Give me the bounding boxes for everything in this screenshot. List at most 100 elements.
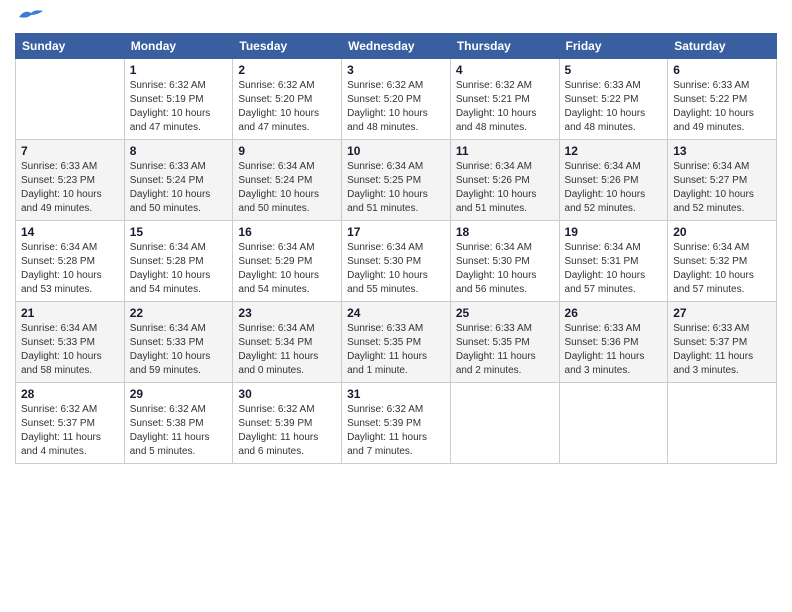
day-number: 23	[238, 306, 336, 320]
day-info: Sunrise: 6:33 AM Sunset: 5:35 PM Dayligh…	[347, 322, 445, 378]
header-saturday: Saturday	[668, 34, 777, 59]
day-number: 14	[21, 225, 119, 239]
daylight-text: Daylight: 10 hours and 51 minutes.	[456, 189, 537, 214]
day-number: 6	[673, 63, 771, 77]
day-info: Sunrise: 6:34 AM Sunset: 5:28 PM Dayligh…	[21, 241, 119, 297]
sunset-text: Sunset: 5:38 PM	[130, 418, 204, 429]
calendar-cell: 25 Sunrise: 6:33 AM Sunset: 5:35 PM Dayl…	[450, 302, 559, 383]
day-number: 26	[565, 306, 663, 320]
daylight-text: Daylight: 11 hours and 5 minutes.	[130, 432, 210, 457]
sunset-text: Sunset: 5:31 PM	[565, 256, 639, 267]
daylight-text: Daylight: 11 hours and 0 minutes.	[238, 351, 318, 376]
calendar-cell: 9 Sunrise: 6:34 AM Sunset: 5:24 PM Dayli…	[233, 140, 342, 221]
sunrise-text: Sunrise: 6:32 AM	[130, 404, 206, 415]
sunrise-text: Sunrise: 6:34 AM	[347, 161, 423, 172]
sunrise-text: Sunrise: 6:32 AM	[130, 80, 206, 91]
calendar-cell: 29 Sunrise: 6:32 AM Sunset: 5:38 PM Dayl…	[124, 383, 233, 464]
daylight-text: Daylight: 10 hours and 52 minutes.	[673, 189, 754, 214]
calendar-cell	[559, 383, 668, 464]
calendar-cell: 28 Sunrise: 6:32 AM Sunset: 5:37 PM Dayl…	[16, 383, 125, 464]
calendar-cell: 15 Sunrise: 6:34 AM Sunset: 5:28 PM Dayl…	[124, 221, 233, 302]
sunrise-text: Sunrise: 6:33 AM	[347, 323, 423, 334]
calendar-cell: 7 Sunrise: 6:33 AM Sunset: 5:23 PM Dayli…	[16, 140, 125, 221]
calendar-cell: 2 Sunrise: 6:32 AM Sunset: 5:20 PM Dayli…	[233, 59, 342, 140]
sunset-text: Sunset: 5:34 PM	[238, 337, 312, 348]
sunrise-text: Sunrise: 6:34 AM	[673, 242, 749, 253]
calendar-cell: 13 Sunrise: 6:34 AM Sunset: 5:27 PM Dayl…	[668, 140, 777, 221]
logo	[15, 15, 45, 25]
calendar-cell: 6 Sunrise: 6:33 AM Sunset: 5:22 PM Dayli…	[668, 59, 777, 140]
calendar-cell	[450, 383, 559, 464]
calendar-cell: 21 Sunrise: 6:34 AM Sunset: 5:33 PM Dayl…	[16, 302, 125, 383]
sunrise-text: Sunrise: 6:34 AM	[456, 242, 532, 253]
daylight-text: Daylight: 10 hours and 48 minutes.	[565, 108, 646, 133]
calendar-week-row: 7 Sunrise: 6:33 AM Sunset: 5:23 PM Dayli…	[16, 140, 777, 221]
day-number: 4	[456, 63, 554, 77]
sunrise-text: Sunrise: 6:34 AM	[238, 242, 314, 253]
day-number: 12	[565, 144, 663, 158]
daylight-text: Daylight: 10 hours and 54 minutes.	[130, 270, 211, 295]
day-number: 13	[673, 144, 771, 158]
sunrise-text: Sunrise: 6:34 AM	[130, 242, 206, 253]
day-info: Sunrise: 6:34 AM Sunset: 5:33 PM Dayligh…	[130, 322, 228, 378]
sunset-text: Sunset: 5:33 PM	[21, 337, 95, 348]
sunrise-text: Sunrise: 6:34 AM	[673, 161, 749, 172]
day-info: Sunrise: 6:34 AM Sunset: 5:26 PM Dayligh…	[456, 160, 554, 216]
day-number: 16	[238, 225, 336, 239]
day-number: 22	[130, 306, 228, 320]
sunrise-text: Sunrise: 6:34 AM	[21, 242, 97, 253]
sunset-text: Sunset: 5:36 PM	[565, 337, 639, 348]
calendar-cell: 31 Sunrise: 6:32 AM Sunset: 5:39 PM Dayl…	[342, 383, 451, 464]
day-info: Sunrise: 6:32 AM Sunset: 5:39 PM Dayligh…	[347, 403, 445, 459]
sunrise-text: Sunrise: 6:33 AM	[456, 323, 532, 334]
sunset-text: Sunset: 5:26 PM	[565, 175, 639, 186]
calendar-cell: 5 Sunrise: 6:33 AM Sunset: 5:22 PM Dayli…	[559, 59, 668, 140]
sunset-text: Sunset: 5:23 PM	[21, 175, 95, 186]
day-info: Sunrise: 6:34 AM Sunset: 5:27 PM Dayligh…	[673, 160, 771, 216]
sunset-text: Sunset: 5:26 PM	[456, 175, 530, 186]
day-info: Sunrise: 6:34 AM Sunset: 5:30 PM Dayligh…	[456, 241, 554, 297]
daylight-text: Daylight: 10 hours and 57 minutes.	[565, 270, 646, 295]
daylight-text: Daylight: 10 hours and 50 minutes.	[238, 189, 319, 214]
day-info: Sunrise: 6:34 AM Sunset: 5:24 PM Dayligh…	[238, 160, 336, 216]
day-info: Sunrise: 6:34 AM Sunset: 5:26 PM Dayligh…	[565, 160, 663, 216]
calendar-cell: 3 Sunrise: 6:32 AM Sunset: 5:20 PM Dayli…	[342, 59, 451, 140]
calendar-cell: 30 Sunrise: 6:32 AM Sunset: 5:39 PM Dayl…	[233, 383, 342, 464]
day-number: 25	[456, 306, 554, 320]
sunrise-text: Sunrise: 6:34 AM	[130, 323, 206, 334]
day-number: 20	[673, 225, 771, 239]
sunrise-text: Sunrise: 6:34 AM	[238, 161, 314, 172]
sunrise-text: Sunrise: 6:34 AM	[456, 161, 532, 172]
daylight-text: Daylight: 11 hours and 3 minutes.	[673, 351, 753, 376]
calendar-cell: 4 Sunrise: 6:32 AM Sunset: 5:21 PM Dayli…	[450, 59, 559, 140]
daylight-text: Daylight: 11 hours and 3 minutes.	[565, 351, 645, 376]
sunrise-text: Sunrise: 6:32 AM	[238, 80, 314, 91]
sunset-text: Sunset: 5:39 PM	[347, 418, 421, 429]
sunset-text: Sunset: 5:39 PM	[238, 418, 312, 429]
day-info: Sunrise: 6:34 AM Sunset: 5:33 PM Dayligh…	[21, 322, 119, 378]
day-number: 10	[347, 144, 445, 158]
sunrise-text: Sunrise: 6:33 AM	[565, 80, 641, 91]
day-number: 1	[130, 63, 228, 77]
day-info: Sunrise: 6:32 AM Sunset: 5:19 PM Dayligh…	[130, 79, 228, 135]
header-monday: Monday	[124, 34, 233, 59]
sunset-text: Sunset: 5:30 PM	[347, 256, 421, 267]
sunrise-text: Sunrise: 6:34 AM	[565, 161, 641, 172]
sunset-text: Sunset: 5:20 PM	[238, 94, 312, 105]
daylight-text: Daylight: 10 hours and 49 minutes.	[21, 189, 102, 214]
day-number: 17	[347, 225, 445, 239]
sunrise-text: Sunrise: 6:33 AM	[565, 323, 641, 334]
day-info: Sunrise: 6:32 AM Sunset: 5:38 PM Dayligh…	[130, 403, 228, 459]
sunset-text: Sunset: 5:22 PM	[565, 94, 639, 105]
sunrise-text: Sunrise: 6:33 AM	[673, 80, 749, 91]
day-number: 21	[21, 306, 119, 320]
calendar-table: SundayMondayTuesdayWednesdayThursdayFrid…	[15, 33, 777, 464]
calendar-cell: 14 Sunrise: 6:34 AM Sunset: 5:28 PM Dayl…	[16, 221, 125, 302]
daylight-text: Daylight: 10 hours and 49 minutes.	[673, 108, 754, 133]
calendar-cell: 18 Sunrise: 6:34 AM Sunset: 5:30 PM Dayl…	[450, 221, 559, 302]
day-number: 30	[238, 387, 336, 401]
page-header	[15, 15, 777, 25]
day-info: Sunrise: 6:34 AM Sunset: 5:32 PM Dayligh…	[673, 241, 771, 297]
day-info: Sunrise: 6:33 AM Sunset: 5:37 PM Dayligh…	[673, 322, 771, 378]
day-number: 2	[238, 63, 336, 77]
